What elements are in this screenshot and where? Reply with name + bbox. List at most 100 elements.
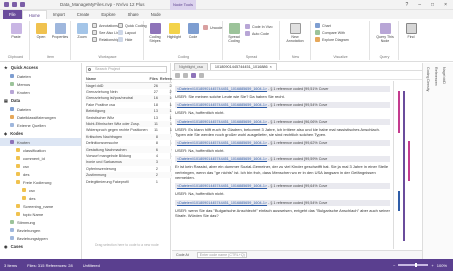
nav-item-relationship-types[interactable]: Beziehungstypen <box>0 234 81 242</box>
cases-icon: ◉ <box>4 244 8 249</box>
table-row[interactable]: Delegitimierung Fakeprofil11 <box>85 178 175 184</box>
summary-view-icon[interactable] <box>183 72 188 78</box>
file-link[interactable]: <Dateien\\10180901445744451_1016885659_1… <box>177 184 267 188</box>
nav-item-free-coding-des[interactable]: des <box>0 194 81 202</box>
coding-stripe[interactable] <box>398 91 400 133</box>
zoom-in-icon[interactable]: + <box>431 263 433 268</box>
nav-item-csv[interactable]: csv <box>0 162 81 170</box>
tab-explore[interactable]: Explore <box>95 10 121 19</box>
tab-import[interactable]: Import <box>47 10 71 19</box>
doc-tab-nightlight[interactable]: Nightlight_csa <box>174 63 208 70</box>
document-tabs: Nightlight_csa 10180901445744451_1016886… <box>172 63 422 71</box>
nav-item-free-coding-csv[interactable]: csv <box>0 186 81 194</box>
redo-icon[interactable] <box>20 2 25 7</box>
reference-header: <Dateien\\10180901445744451_1016885659_1… <box>175 140 390 147</box>
highlight-button[interactable]: Highlight <box>165 23 183 39</box>
compare-icon <box>315 30 320 35</box>
file-link[interactable]: <Dateien\\10180901445744451_1016885659_1… <box>177 141 267 145</box>
tab-home[interactable]: Home <box>21 10 47 19</box>
help-icon[interactable]: ? <box>405 2 408 8</box>
node-icon <box>10 90 14 94</box>
nav-section-quick-access[interactable]: ★ Quick Access <box>0 63 81 72</box>
code-in-vivo-button[interactable]: Code In Vivo <box>245 24 273 29</box>
coded-text: USER: Es klann hilft euch ihr Gladren, b… <box>175 126 380 137</box>
undo-icon[interactable] <box>12 2 17 7</box>
nav-item-relationships[interactable]: Beziehungen <box>0 226 81 234</box>
search-project-input[interactable]: Search Project <box>86 66 167 73</box>
maximize-button[interactable]: □ <box>431 2 434 8</box>
coding-stripes-button[interactable]: Coding Stripes <box>146 23 164 43</box>
close-button[interactable]: × <box>444 2 447 8</box>
detail-view: Nightlight_csa 10180901445744451_1016886… <box>172 63 422 259</box>
file-link[interactable]: <Dateien\\10180901445744451_1016885659_1… <box>177 120 267 124</box>
doc-tab-active-node[interactable]: 10180901445744451_1016886 × <box>209 63 277 70</box>
nav-item-topic-name[interactable]: topic Name <box>0 210 81 218</box>
coding-stripe[interactable] <box>408 141 410 181</box>
chart-button[interactable]: Chart <box>315 23 331 28</box>
zoom-icon <box>76 23 88 34</box>
zoom-slider[interactable] <box>398 262 429 268</box>
nav-item-comment-id[interactable]: comment_id <box>0 154 81 162</box>
ribbon-group-item: Open Properties Item <box>31 21 71 60</box>
annotations-toggle[interactable]: Annotations <box>92 23 118 28</box>
relationships-toggle[interactable]: Relationships <box>92 37 121 42</box>
open-button[interactable]: Open <box>32 23 50 39</box>
spread-coding-button[interactable]: Spread Coding <box>225 23 243 43</box>
hide-dropdown[interactable]: Hide <box>118 37 132 42</box>
quick-access-toolbar <box>4 2 25 7</box>
nav-item-external-sources[interactable]: Externe Quellen <box>0 121 81 129</box>
nav-item-file-classifications[interactable]: Datei­klassifizierungen <box>0 113 81 121</box>
coding-stripe[interactable] <box>403 91 405 241</box>
properties-button[interactable]: Properties <box>51 23 69 39</box>
code-at-input[interactable]: Enter code name (CTRL+Q) <box>196 252 247 258</box>
context-tab-node-tools[interactable]: Node Tools <box>170 0 196 10</box>
tab-node[interactable]: Node <box>145 10 167 19</box>
nav-section-data[interactable]: ▤ Data <box>0 96 81 105</box>
paste-button[interactable]: Paste <box>7 23 25 39</box>
nav-item-screening-name[interactable]: Screening_name <box>0 202 81 210</box>
reference-view-icon[interactable] <box>175 72 180 78</box>
layout-dropdown[interactable]: Layout <box>118 30 136 35</box>
auto-code-button[interactable]: Auto Code <box>245 31 269 36</box>
nav-item-nodes[interactable]: Knoten <box>0 138 81 146</box>
tab-share[interactable]: Share <box>122 10 145 19</box>
tab-file[interactable]: File <box>3 10 22 19</box>
minimize-button[interactable]: – <box>418 2 421 8</box>
zoom-out-icon[interactable]: − <box>393 263 395 268</box>
tab-create[interactable]: Create <box>71 10 96 19</box>
coding-stripes-icon[interactable] <box>191 72 196 78</box>
nav-section-cases[interactable]: ◉ Cases <box>0 242 81 251</box>
code-button[interactable]: Code <box>184 23 202 39</box>
query-this-node-button[interactable]: Query This Node <box>376 23 394 43</box>
navigation-pane: ★ Quick Access Dateien Memos Knoten ▤ Data… <box>0 63 82 259</box>
file-link[interactable]: <Dateien\\10180901445744451_1016885659_1… <box>177 87 267 91</box>
nav-item-free-coding[interactable]: Freie Kodierung <box>0 178 81 186</box>
nav-item-memos[interactable]: Memos <box>0 80 81 88</box>
nav-item-nodes-quick[interactable]: Knoten <box>0 88 81 96</box>
quick-coding-toggle[interactable]: Quick Coding <box>118 23 147 28</box>
file-link[interactable]: <Dateien\\10180901445744451_1016885659_1… <box>177 157 267 161</box>
nav-item-classification[interactable]: classification <box>0 146 81 154</box>
zoom-button[interactable]: Zoom <box>73 23 91 39</box>
references-label: Referenzen <box>434 67 438 86</box>
file-link[interactable]: <Dateien\\10180901445744451_1016885659_1… <box>177 103 267 107</box>
nav-item-sentiment[interactable]: Stimmung <box>0 218 81 226</box>
highlight-toggle-icon[interactable] <box>199 72 204 78</box>
compare-with-button[interactable]: Compare With <box>315 30 345 35</box>
zoom-slider-thumb[interactable] <box>415 262 418 268</box>
save-icon[interactable] <box>4 2 9 7</box>
coding-stripe[interactable] <box>398 191 400 211</box>
nav-item-files[interactable]: Dateien <box>0 72 81 80</box>
files-count-cell: 1 <box>155 179 158 184</box>
explore-diagram-button[interactable]: Explore Diagram <box>315 37 349 42</box>
close-tab-icon[interactable]: × <box>270 65 272 69</box>
nav-item-data-files[interactable]: Dateien <box>0 105 81 113</box>
ribbon-group-workspace: Zoom Annotations See Also Links Relation… <box>72 21 147 60</box>
find-button[interactable]: Find <box>402 23 420 39</box>
file-link[interactable]: <Dateien\\10180901445744451_1016885659_1… <box>177 201 267 205</box>
uncode-button[interactable]: Uncode <box>203 25 222 30</box>
codes-icon: ◈ <box>4 131 8 136</box>
nav-item-des[interactable]: des <box>0 170 81 178</box>
new-annotation-button[interactable]: New Annotation <box>286 23 304 43</box>
nav-section-codes[interactable]: ◈ Kodes <box>0 129 81 138</box>
